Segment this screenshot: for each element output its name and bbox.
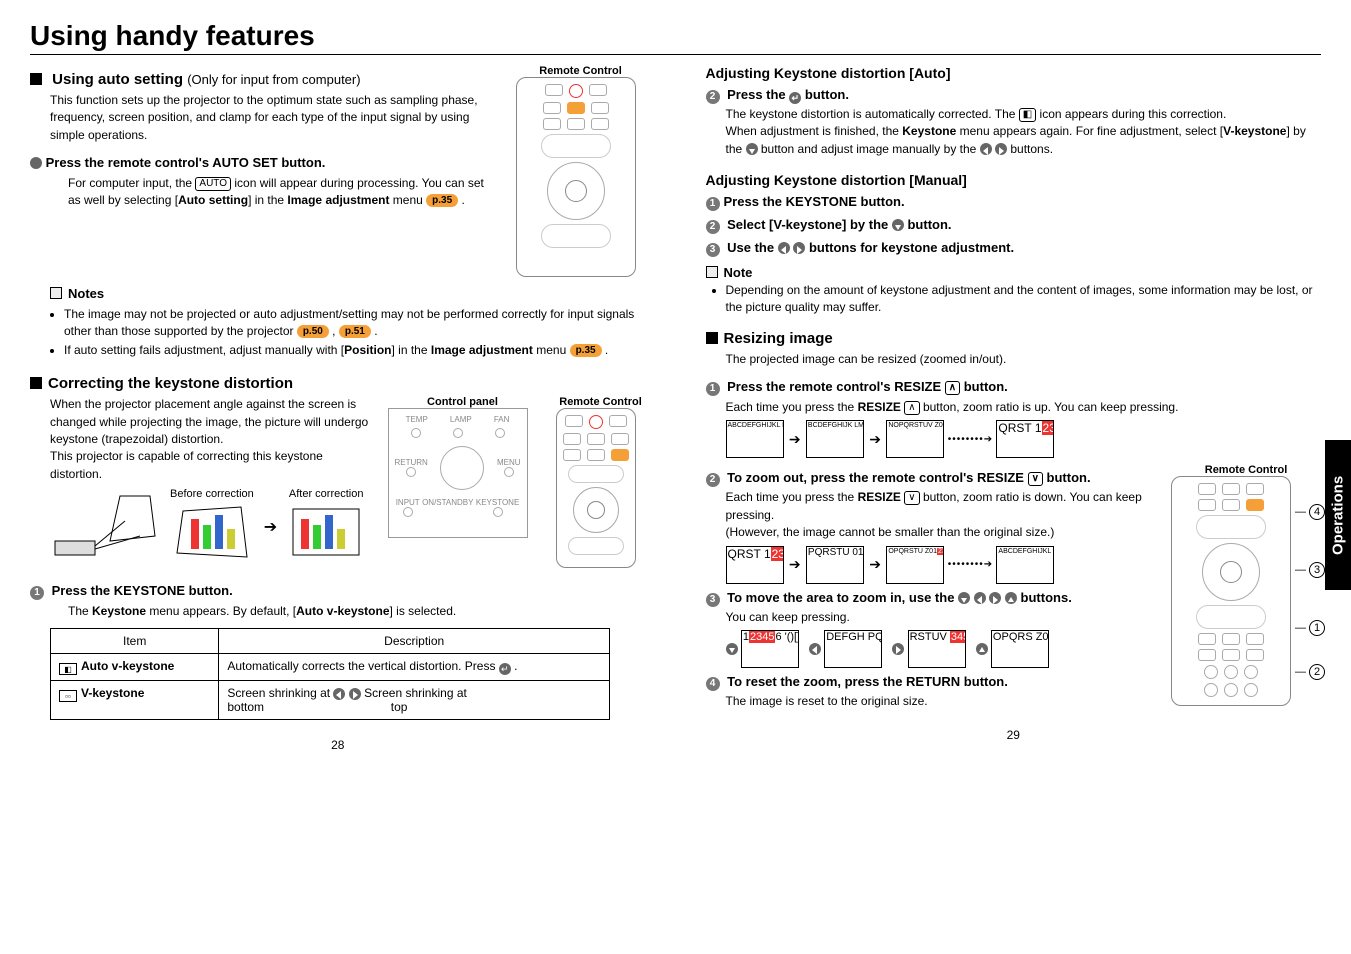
section-tab: Operations [1325,440,1351,590]
resize-intro: The projected image can be resized (zoom… [726,351,1322,368]
remote-control-figure-2 [556,408,636,568]
step-1-icon-b [706,197,720,211]
step-1-icon [30,586,44,600]
down-button-icon-2 [892,219,904,231]
step-1-icon-c [706,382,720,396]
step-4-icon [706,677,720,691]
up-button-icon [1005,592,1017,604]
enter-button-icon-2: ↵ [789,92,801,104]
left-button-icon-4 [974,592,986,604]
auto-setting-step1: Press the remote control's AUTO SET butt… [30,154,498,173]
page-ref-35b: p.35 [570,344,602,357]
right-page: Adjusting Keystone distortion [Auto] Pre… [706,65,1322,752]
page-ref-51: p.51 [339,325,371,338]
callout-2: — 2 [1295,664,1325,680]
page-number-right: 29 [706,728,1322,742]
up-demo-icon [976,643,988,655]
left-button-icon-2 [980,143,992,155]
auto-setting-step1-body: For computer input, the AUTO icon will a… [68,175,498,210]
callout-1: — 1 [1295,620,1325,636]
step-2-icon [706,90,720,104]
keystone-table: ItemDescription ◧Auto v-keystone Automat… [50,628,610,720]
remote-control-label-3: Remote Control [1171,464,1321,476]
left-button-icon-3 [778,242,790,254]
step-3-icon [706,243,720,257]
auto-setting-notes: The image may not be projected or auto a… [64,306,646,359]
page-ref-50: p.50 [297,325,329,338]
notes-heading-1: Notes [50,285,646,304]
v-keystone-icon: ▫▫ [59,690,77,702]
auto-icon: AUTO [195,177,231,191]
left-page: Using auto setting (Only for input from … [30,65,646,752]
right-button-icon-4 [989,592,1001,604]
keystone-intro2: This projector is capable of correcting … [50,448,370,483]
bullet-icon [30,157,42,169]
resize-step4: To reset the zoom, press the RETURN butt… [706,674,1154,691]
resize-step3: To move the area to zoom in, use the but… [706,590,1154,607]
resize-step2-body: Each time you press the RESIZE ∨ button,… [726,489,1154,541]
step-2-icon-c [706,473,720,487]
control-panel-figure: TEMPLAMPFAN RETURN MENU INPUTON/STANDBYK… [388,408,528,538]
down-button-icon [746,143,758,155]
right-demo-icon [892,643,904,655]
keystone-heading: Correcting the keystone distortion [30,375,646,392]
step-2-icon-b [706,220,720,234]
before-correction-figure: Before correction [170,487,254,567]
left-button-icon [333,688,345,700]
auto-step2: Press the ↵ button. [706,87,1322,104]
page-number-left: 28 [30,738,646,752]
control-panel-label: Control panel [388,396,538,408]
resize-step2: To zoom out, press the remote control's … [706,470,1154,487]
manual-adjust-heading: Adjusting Keystone distortion [Manual] [706,172,1322,188]
right-button-icon [349,688,361,700]
callout-4: — 4 [1295,504,1325,520]
auto-adjust-heading: Adjusting Keystone distortion [Auto] [706,65,1322,81]
auto-v-keystone-icon: ◧ [59,663,77,675]
callout-3: — 3 [1295,562,1325,578]
move-zoom-figure: 123456 '()[]{}?< DEFGH PQRST 123456 RSTU… [726,630,1154,668]
processing-icon: ◧ [1019,108,1036,122]
manual-note: Depending on the amount of keystone adju… [726,282,1322,316]
keystone-step1-body: The Keystone menu appears. By default, [… [68,603,646,620]
zoom-in-figure: ABCDEFGHIJKL MNOPQRSTUVW XYZ0123456789! … [726,420,1322,458]
keystone-step1: Press the KEYSTONE button. [30,582,646,601]
page-title: Using handy features [30,20,1321,55]
right-button-icon-3 [793,242,805,254]
keystone-intro: When the projector placement angle again… [50,396,370,448]
auto-setting-intro: This function sets up the projector to t… [50,92,498,144]
resize-step4-body: The image is reset to the original size. [726,693,1154,710]
resize-step3-body: You can keep pressing. [726,609,1154,626]
enter-button-icon: ↵ [499,663,511,675]
remote-control-label-2: Remote Control [556,396,646,408]
auto-step2-body1: The keystone distortion is automatically… [726,106,1322,123]
resize-down-icon-2: ∨ [904,491,919,505]
left-demo-icon [809,643,821,655]
arrow-icon: ➔ [264,516,277,539]
projector-figure [50,491,160,567]
after-correction-figure: After correction [287,487,365,567]
manual-step2: Select [V-keystone] by the button. [706,217,1322,234]
remote-control-figure-3 [1171,476,1291,706]
resize-step1-body: Each time you press the RESIZE ∧ button,… [726,399,1322,416]
manual-step1: Press the KEYSTONE button. [706,194,1322,211]
zoom-out-figure: QRST 123456 '()[]{}?< ➔ PQRSTU 01234567 … [726,546,1154,584]
remote-control-figure-1 [516,77,636,277]
resize-step1: Press the remote control's RESIZE ∧ butt… [706,378,1322,397]
down-demo-icon [726,643,738,655]
resize-up-icon-2: ∧ [904,401,919,415]
resize-up-icon: ∧ [945,381,960,395]
remote-control-label-1: Remote Control [516,65,646,77]
right-button-icon-2 [995,143,1007,155]
down-button-icon-3 [958,592,970,604]
resize-heading: Resizing image [706,330,1322,347]
step-3-icon-b [706,593,720,607]
page-ref-35a: p.35 [426,194,458,207]
resize-down-icon: ∨ [1028,472,1043,486]
manual-step3: Use the buttons for keystone adjustment. [706,240,1322,257]
auto-setting-heading: Using auto setting (Only for input from … [30,71,498,88]
note-heading-2: Note [706,265,1322,280]
auto-step2-body2: When adjustment is finished, the Keyston… [726,123,1322,158]
